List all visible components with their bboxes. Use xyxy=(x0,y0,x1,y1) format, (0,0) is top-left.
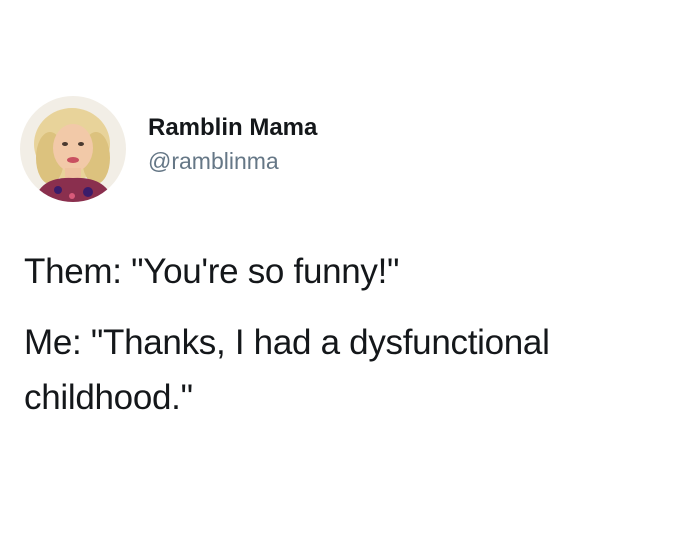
display-name[interactable]: Ramblin Mama xyxy=(148,113,317,143)
tweet-text: Them: "You're so funny!" Me: "Thanks, I … xyxy=(24,247,684,425)
tweet-header: Ramblin Mama @ramblinma xyxy=(20,96,317,202)
profile-photo-icon xyxy=(20,96,126,202)
author-info: Ramblin Mama @ramblinma xyxy=(148,113,317,175)
tweet-card: Ramblin Mama @ramblinma Them: "You're so… xyxy=(0,0,700,555)
tweet-line: Them: "You're so funny!" xyxy=(24,252,400,291)
user-handle[interactable]: @ramblinma xyxy=(148,147,317,175)
avatar[interactable] xyxy=(20,96,126,202)
tweet-line: Me: "Thanks, I had a dysfunctional child… xyxy=(24,323,550,417)
